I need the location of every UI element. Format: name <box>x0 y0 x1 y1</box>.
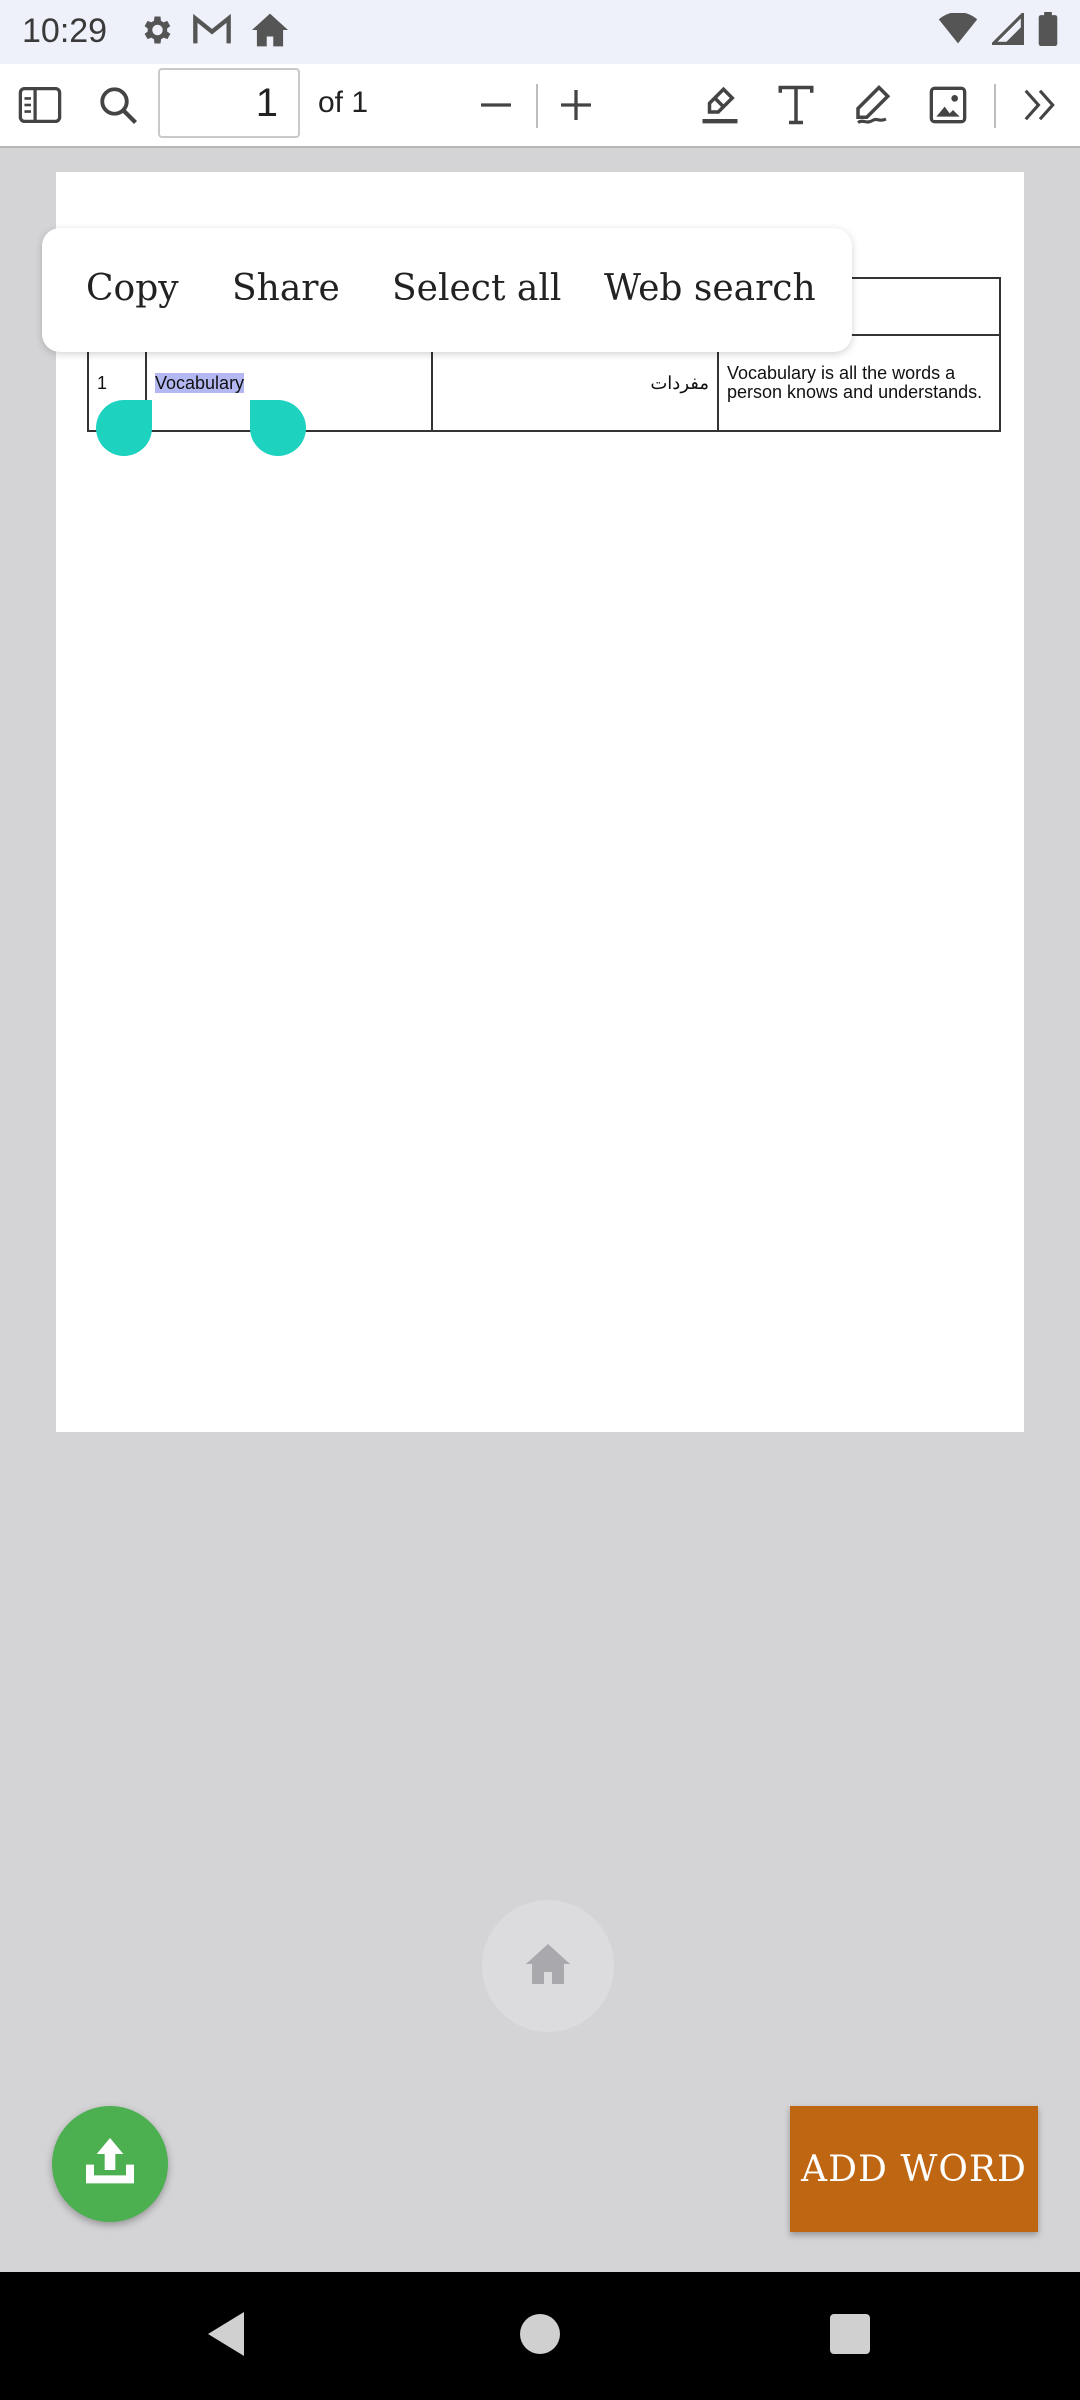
toolbar-divider <box>536 84 538 128</box>
text-selection-menu: Copy Share Select all Web search <box>42 228 852 352</box>
more-icon <box>1021 86 1059 124</box>
pdf-toolbar: of 1 <box>0 64 1080 148</box>
page-number-input[interactable] <box>158 68 300 138</box>
more-tools-button[interactable] <box>1012 64 1068 146</box>
selected-word[interactable]: Vocabulary <box>155 372 245 393</box>
web-search-menu-item[interactable]: Web search <box>604 268 816 309</box>
sidebar-icon <box>18 87 62 123</box>
highlighter-icon <box>699 84 741 126</box>
selection-handle-end[interactable] <box>250 400 306 456</box>
copy-menu-item[interactable]: Copy <box>86 268 179 309</box>
image-icon <box>928 85 968 125</box>
upload-button[interactable] <box>52 2106 168 2222</box>
sidebar-toggle-button[interactable] <box>12 64 68 146</box>
status-icons-left <box>138 12 290 48</box>
zoom-out-icon <box>478 87 514 123</box>
gmail-icon <box>192 13 232 47</box>
navigation-bar <box>0 2272 1080 2400</box>
home-icon <box>524 1942 572 1991</box>
back-button[interactable] <box>196 2272 256 2400</box>
status-bar: 10:29 <box>0 0 1080 64</box>
back-icon <box>205 2310 247 2363</box>
text-tool-button[interactable] <box>768 64 824 146</box>
zoom-in-icon <box>558 87 594 123</box>
pdf-page: 1 Vocabulary مفردات Vocabulary is all th… <box>56 172 1024 1432</box>
status-icons-right <box>938 12 1058 46</box>
gear-icon <box>138 12 174 48</box>
page-count-label: of 1 <box>318 86 369 119</box>
home-nav-button[interactable] <box>510 2272 570 2400</box>
select-all-menu-item[interactable]: Select all <box>392 268 561 309</box>
upload-icon <box>78 2130 142 2199</box>
zoom-out-button[interactable] <box>468 64 524 146</box>
pen-tool-button[interactable] <box>844 64 900 146</box>
home-circle-icon <box>520 2313 560 2359</box>
recents-icon <box>830 2313 870 2359</box>
image-tool-button[interactable] <box>920 64 976 146</box>
search-button[interactable] <box>90 64 146 146</box>
wifi-icon <box>938 13 978 45</box>
selection-handle-start[interactable] <box>96 400 152 456</box>
toolbar-divider <box>994 84 996 128</box>
add-word-button[interactable]: ADD WORD <box>790 2106 1038 2232</box>
home-button[interactable] <box>482 1900 614 2032</box>
pen-icon <box>851 84 893 126</box>
share-menu-item[interactable]: Share <box>232 268 340 309</box>
battery-icon <box>1038 12 1058 46</box>
highlighter-button[interactable] <box>692 64 748 146</box>
home-icon <box>250 12 290 48</box>
recents-button[interactable] <box>820 2272 880 2400</box>
text-icon <box>776 84 816 126</box>
status-time: 10:29 <box>22 12 108 50</box>
signal-icon <box>992 13 1024 45</box>
search-icon <box>97 84 139 126</box>
zoom-in-button[interactable] <box>548 64 604 146</box>
